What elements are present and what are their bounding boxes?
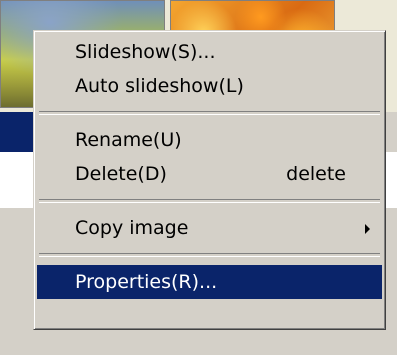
menu-separator [39,253,380,257]
menu-separator [39,111,380,115]
menu-item-label: Auto slideshow(L) [75,75,244,97]
menu-item-label: Slideshow(S)... [75,41,216,63]
menu-item-label: Delete(D) [75,163,167,185]
menu-item-label: Properties(R)... [75,271,218,293]
menu-item-copy-image[interactable]: Copy image [37,211,382,245]
menu-item-rename[interactable]: Rename(U) [37,123,382,157]
menu-item-label: Rename(U) [75,129,182,151]
chevron-right-icon [365,224,370,234]
menu-item-slideshow[interactable]: Slideshow(S)... [37,35,382,69]
menu-item-label: Copy image [75,217,189,239]
menu-separator [39,199,380,203]
menu-item-shortcut: delete [286,163,346,185]
menu-item-delete[interactable]: Delete(D) delete [37,157,382,191]
menu-item-properties[interactable]: Properties(R)... [37,265,382,299]
context-menu: Slideshow(S)... Auto slideshow(L) Rename… [33,30,386,330]
menu-item-auto-slideshow[interactable]: Auto slideshow(L) [37,69,382,103]
